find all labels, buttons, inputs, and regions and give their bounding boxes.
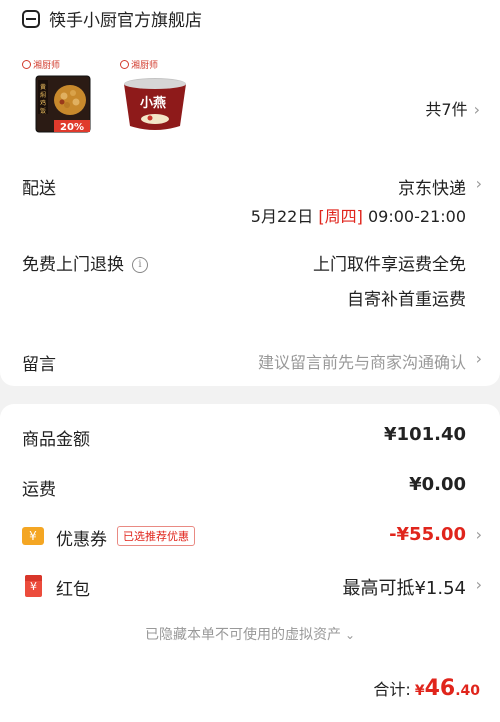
chevron-right-icon[interactable]: › bbox=[476, 174, 482, 193]
svg-text:鸡: 鸡 bbox=[40, 99, 46, 107]
hidden-assets-toggle[interactable]: 已隐藏本单不可使用的虚拟资产 ⌄ bbox=[0, 624, 500, 644]
price-summary-card bbox=[0, 404, 500, 722]
free-return-label: 免费上门退换 i bbox=[22, 250, 148, 275]
chevron-right-icon[interactable]: › bbox=[476, 349, 482, 368]
items-count-link[interactable]: 共7件 › bbox=[425, 96, 480, 120]
yen-coupon-icon: ¥ bbox=[22, 527, 44, 545]
red-envelope-icon: ¥ bbox=[25, 575, 42, 597]
delivery-time[interactable]: 5月22日 [周四] 09:00-21:00 bbox=[251, 203, 466, 227]
remark-input[interactable]: 建议留言前先与商家沟通确认 bbox=[258, 349, 466, 373]
product-thumbnail[interactable]: 湘厨师 黄 焖 鸡 饭 20% bbox=[22, 58, 92, 138]
store-name: 筷手小厨官方旗舰店 bbox=[49, 11, 202, 31]
goods-amount-label: 商品金额 bbox=[22, 430, 90, 450]
goods-amount-value: ¥101.40 bbox=[384, 424, 466, 445]
delivery-carrier[interactable]: 京东快递 bbox=[398, 174, 466, 199]
order-total: 合计: ¥46.40 bbox=[373, 676, 480, 701]
svg-text:20%: 20% bbox=[60, 122, 84, 133]
svg-text:焖: 焖 bbox=[40, 91, 46, 99]
product-thumbnail[interactable]: 湘厨师 小燕 bbox=[120, 58, 190, 138]
store-icon bbox=[22, 9, 40, 28]
chevron-right-icon[interactable]: › bbox=[476, 525, 482, 544]
coupon-label: 优惠券 bbox=[56, 530, 107, 550]
return-line-2: 自寄补首重运费 bbox=[347, 290, 466, 310]
recommended-coupon-badge: 已选推荐优惠 bbox=[117, 526, 195, 546]
brand-logo: 湘厨师 bbox=[120, 58, 190, 71]
delivery-label: 配送 bbox=[22, 179, 56, 199]
svg-text:黄: 黄 bbox=[40, 83, 46, 91]
shipping-fee-label: 运费 bbox=[22, 480, 56, 500]
remark-label: 留言 bbox=[22, 355, 56, 375]
order-card: 筷手小厨官方旗舰店 湘厨师 黄 焖 鸡 饭 20% 湘厨师 小燕 共7件 › 配… bbox=[0, 0, 500, 386]
chevron-right-icon[interactable]: › bbox=[476, 575, 482, 594]
redpacket-value[interactable]: 最高可抵¥1.54 bbox=[342, 574, 466, 600]
svg-text:小燕: 小燕 bbox=[140, 95, 166, 111]
brand-logo: 湘厨师 bbox=[22, 58, 92, 71]
svg-text:饭: 饭 bbox=[40, 107, 46, 115]
return-line-1: 上门取件享运费全免 bbox=[313, 255, 466, 275]
chevron-right-icon: › bbox=[473, 100, 480, 119]
product-image: 小燕 bbox=[124, 78, 186, 130]
redpacket-label: 红包 bbox=[56, 580, 90, 600]
product-image: 黄 焖 鸡 饭 20% bbox=[35, 75, 91, 133]
store-header[interactable]: 筷手小厨官方旗舰店 bbox=[22, 6, 202, 31]
shipping-fee-value: ¥0.00 bbox=[409, 474, 466, 495]
info-icon[interactable]: i bbox=[132, 257, 148, 273]
chevron-down-icon: ⌄ bbox=[344, 628, 356, 642]
coupon-value[interactable]: -¥55.00 bbox=[389, 524, 466, 545]
